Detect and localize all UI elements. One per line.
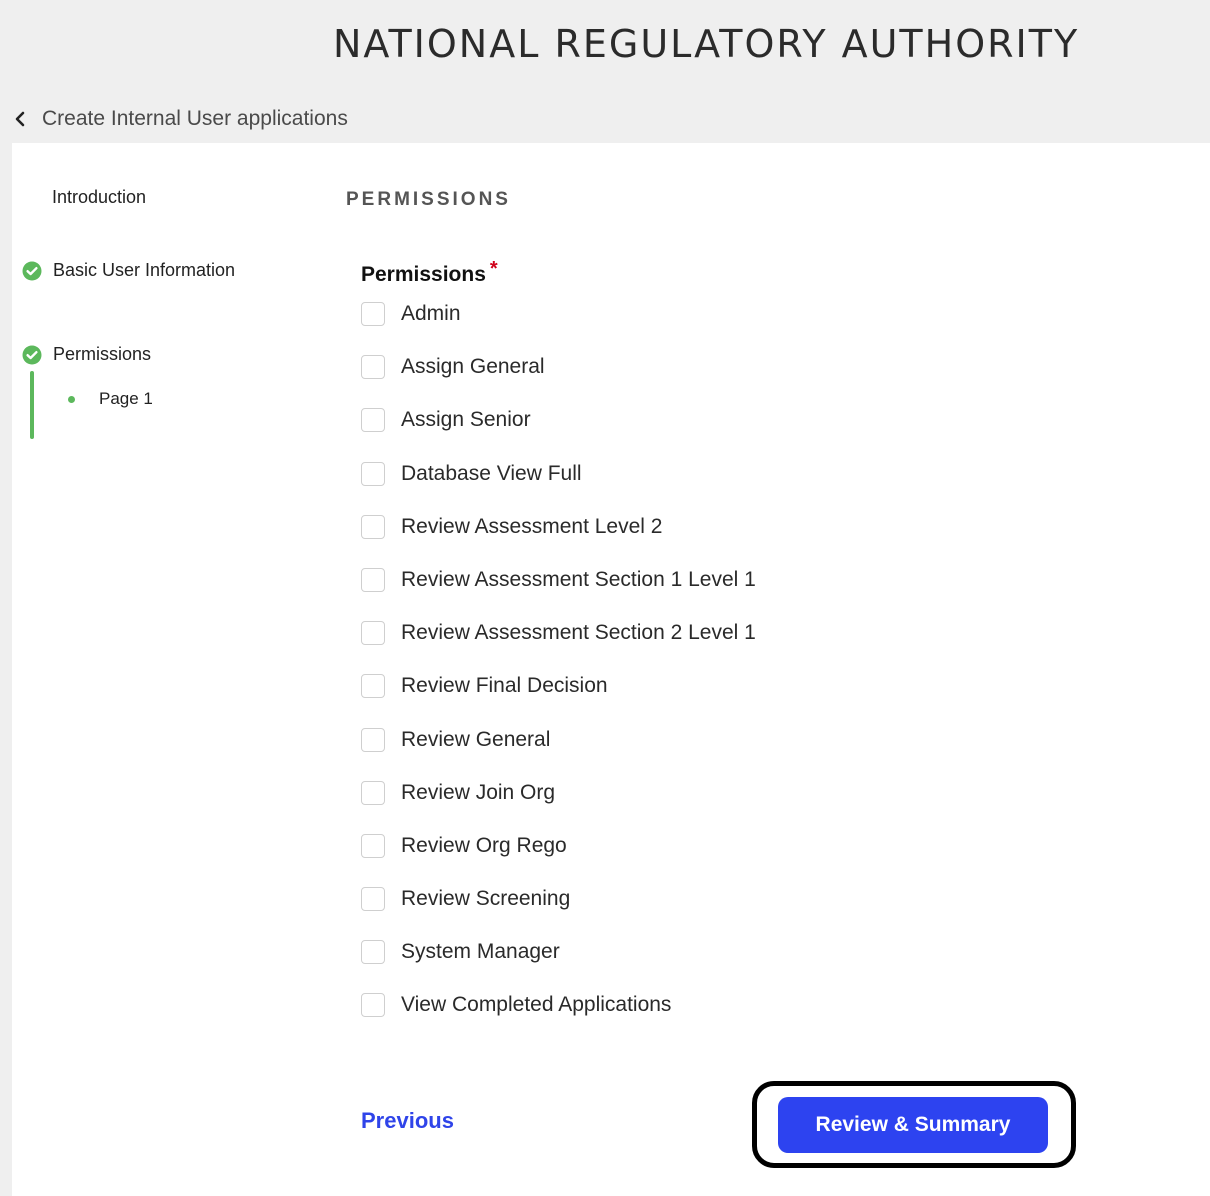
checkbox-option-review-assessment-section-1-level-1[interactable]: Review Assessment Section 1 Level 1 [361,567,756,620]
checkbox-label: Review Join Org [401,780,556,804]
back-link[interactable]: Create Internal User applications [12,104,348,134]
checkbox-option-system-manager[interactable]: System Manager [361,939,756,992]
required-asterisk: * [489,258,498,280]
checkbox[interactable] [361,461,385,486]
checkbox-label: Review Assessment Section 2 Level 1 [401,621,756,645]
sidebar-item-permissions[interactable]: Permissions [22,344,151,365]
sidebar-subitem-page-1[interactable]: Page 1 [68,389,153,409]
checkbox[interactable] [361,567,385,592]
checkbox[interactable] [361,727,385,752]
back-link-label: Create Internal User applications [42,107,348,130]
checkbox[interactable] [361,887,385,912]
checkbox-option-assign-senior[interactable]: Assign Senior [361,407,756,460]
previous-button[interactable]: Previous [361,1108,454,1134]
permissions-field-label: Permissions * [361,258,498,287]
checkbox-option-assign-general[interactable]: Assign General [361,354,756,407]
checkbox-label: Review Assessment Level 2 [401,514,663,538]
checkbox-label: Review Screening [401,887,571,911]
sidebar-item-label: Permissions [53,344,152,364]
sidebar-subitem-label: Page 1 [99,389,153,408]
checkbox-option-review-final-decision[interactable]: Review Final Decision [361,673,756,726]
checkbox[interactable] [361,408,385,433]
checkbox-label: Review General [401,727,551,751]
sidebar-item-introduction[interactable]: Introduction [52,187,146,208]
checkbox[interactable] [361,940,385,965]
checkbox-option-review-screening[interactable]: Review Screening [361,886,756,939]
sidebar-item-label: Introduction [52,187,147,207]
chevron-left-icon [12,110,30,128]
app-header: NATIONAL REGULATORY AUTHORITY [0,0,1210,90]
section-title: PERMISSIONS [346,189,511,210]
checkbox-option-admin[interactable]: Admin [361,301,756,354]
checkbox-label: Admin [401,302,461,325]
checkbox-option-review-org-rego[interactable]: Review Org Rego [361,833,756,886]
field-label-text: Permissions [361,263,486,286]
check-circle-icon [22,261,42,281]
section-progress-line [30,371,34,439]
checkbox[interactable] [361,621,385,646]
checkbox[interactable] [361,514,385,539]
checkbox-label: Review Final Decision [401,674,608,698]
checkbox-label: Database View Full [401,461,582,485]
checkbox[interactable] [361,674,385,699]
checkbox-label: Review Assessment Section 1 Level 1 [401,567,756,591]
checkbox-option-review-general[interactable]: Review General [361,727,756,780]
checkbox[interactable] [361,355,385,380]
checkbox[interactable] [361,780,385,805]
checkbox-label: Review Org Rego [401,833,567,857]
current-page-dot-icon [68,395,75,403]
checkbox-option-review-assessment-section-2-level-1[interactable]: Review Assessment Section 2 Level 1 [361,620,756,673]
form-panel: Introduction Basic User Information Perm… [12,143,1210,1196]
checkbox-option-review-join-org[interactable]: Review Join Org [361,780,756,833]
checkbox-option-view-completed-applications[interactable]: View Completed Applications [361,992,756,1045]
checkbox-label: Assign Senior [401,408,531,432]
checkbox-label: View Completed Applications [401,993,672,1017]
checkbox-option-database-view-full[interactable]: Database View Full [361,461,756,514]
checkbox[interactable] [361,302,385,326]
checkbox[interactable] [361,993,385,1018]
review-summary-button[interactable]: Review & Summary [778,1097,1048,1153]
sidebar-item-label: Basic User Information [53,260,236,280]
permissions-checkbox-list: Admin Assign General Assign Senior Datab… [361,301,756,1046]
checkbox-label: System Manager [401,940,560,964]
checkbox-option-review-assessment-level-2[interactable]: Review Assessment Level 2 [361,514,756,567]
check-circle-icon [22,345,42,365]
checkbox-label: Assign General [401,355,545,379]
checkbox[interactable] [361,833,385,858]
app-title: NATIONAL REGULATORY AUTHORITY [333,22,1080,66]
sidebar-item-basic-user-information[interactable]: Basic User Information [22,260,235,281]
